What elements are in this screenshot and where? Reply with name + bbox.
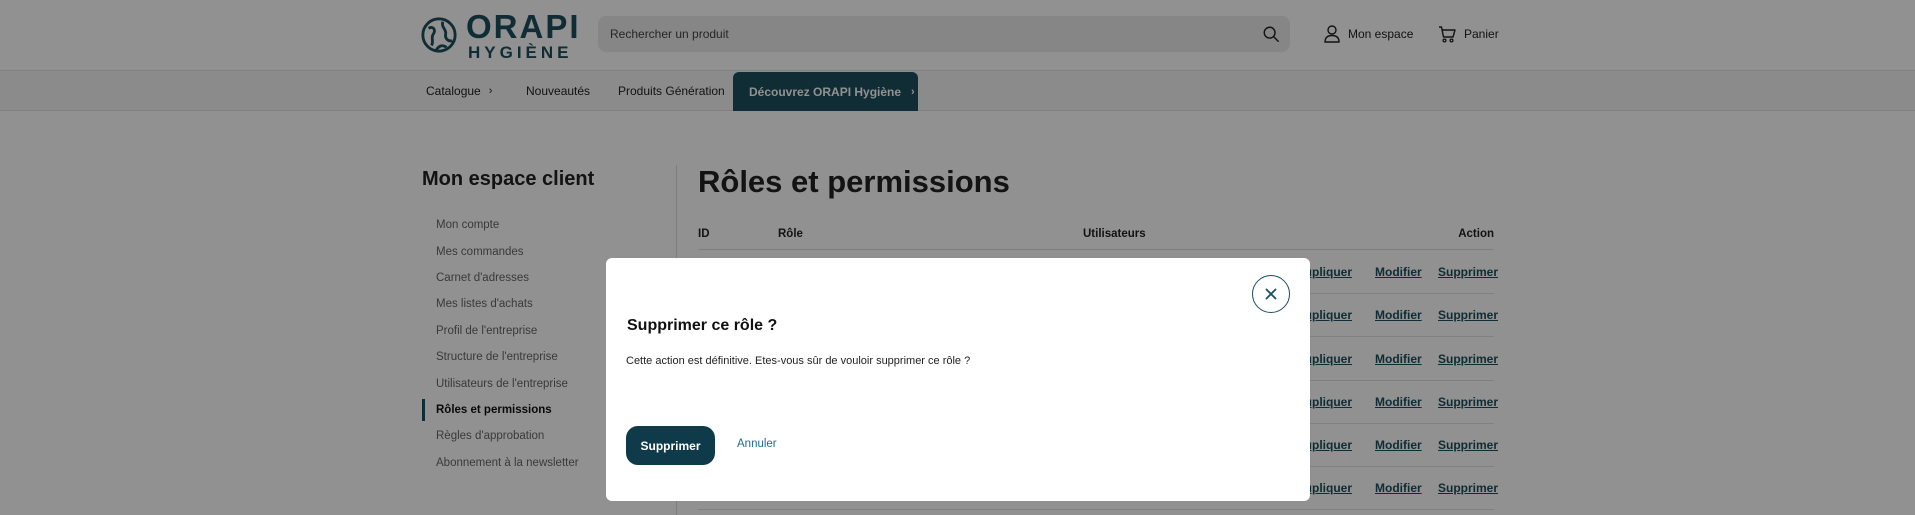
close-button[interactable]	[1252, 275, 1290, 313]
dialog-title: Supprimer ce rôle ?	[627, 317, 778, 334]
dialog-message: Cette action est définitive. Etes-vous s…	[626, 355, 971, 367]
confirm-delete-button[interactable]: Supprimer	[626, 426, 715, 465]
cancel-button[interactable]: Annuler	[737, 438, 777, 450]
delete-role-dialog: Supprimer ce rôle ? Cette action est déf…	[606, 258, 1310, 501]
close-icon	[1265, 288, 1277, 300]
